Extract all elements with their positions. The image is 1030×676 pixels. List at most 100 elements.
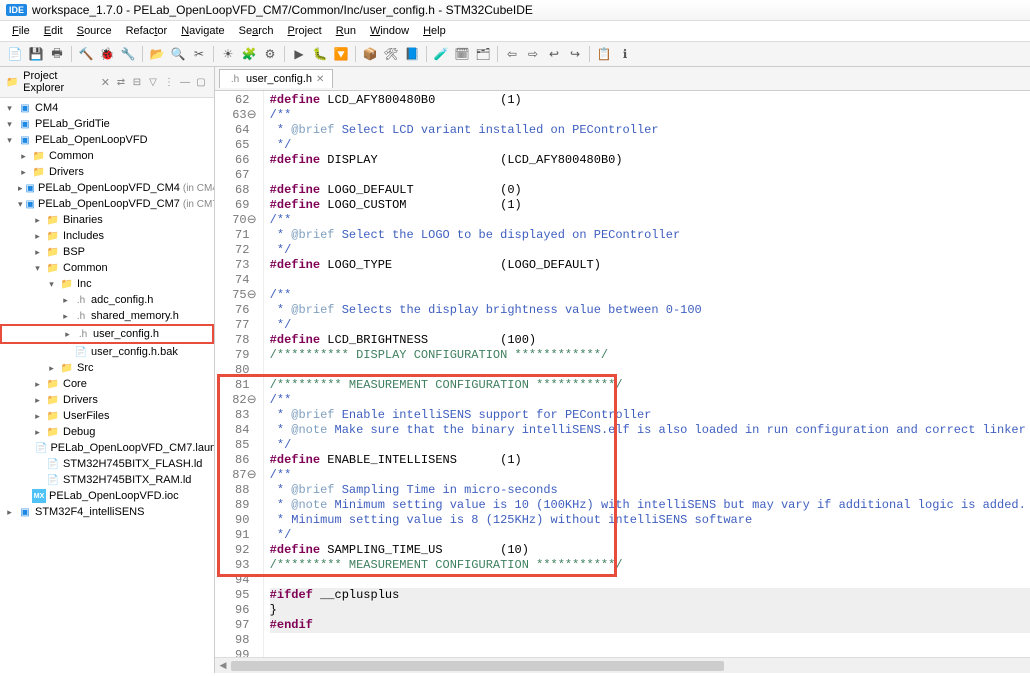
menu-run[interactable]: Run [330, 23, 362, 39]
toolbar-button[interactable]: 💾 [27, 45, 45, 63]
project-explorer-title: Project Explorer [23, 70, 97, 94]
file-icon: 📄 [35, 441, 47, 455]
proj-icon: ▣ [18, 133, 32, 147]
folder-icon: 📁 [46, 213, 60, 227]
tree-item[interactable]: ▾▣PELab_OpenLoopVFD_CM7 (in CM7) [0, 196, 214, 212]
folder-icon: 📁 [32, 149, 46, 163]
toolbar-button[interactable]: ℹ [616, 45, 634, 63]
tree-item[interactable]: ▸📁BSP [0, 244, 214, 260]
folder-icon: 📁 [32, 165, 46, 179]
folder-icon: 📁 [6, 75, 19, 89]
menu-window[interactable]: Window [364, 23, 415, 39]
tree-item[interactable]: 📄user_config.h.bak [0, 344, 214, 360]
file-icon: 📄 [74, 345, 88, 359]
menu-navigate[interactable]: Navigate [175, 23, 230, 39]
code-editor[interactable]: 62 63⊖ 64 65 66 67 68 69 70⊖ 71 72 73 74… [215, 91, 1030, 657]
toolbar-button[interactable]: 🐛 [311, 45, 329, 63]
editor-area: .h user_config.h ✕ — ▢ 62 63⊖ 64 65 66 6… [215, 67, 1030, 673]
tree-item[interactable]: ▾▣CM4 [0, 100, 214, 116]
tree-item[interactable]: ▸▣STM32F4_intelliSENS [0, 504, 214, 520]
toolbar-button[interactable]: 🧪 [432, 45, 450, 63]
tab-user-config[interactable]: .h user_config.h ✕ [219, 69, 333, 88]
editor-tab-bar: .h user_config.h ✕ — ▢ [215, 67, 1030, 91]
toolbar-button[interactable]: 🔨 [77, 45, 95, 63]
tree-item[interactable]: ▸📁UserFiles [0, 408, 214, 424]
minimize-icon[interactable]: — [178, 75, 192, 89]
tree-item[interactable]: ▸.hadc_config.h [0, 292, 214, 308]
toolbar-button[interactable]: 📦 [361, 45, 379, 63]
toolbar-button[interactable]: 🔽 [332, 45, 350, 63]
tree-item[interactable]: ▸📁Common [0, 148, 214, 164]
menu-project[interactable]: Project [282, 23, 328, 39]
tab-label: user_config.h [246, 73, 312, 85]
menu-refactor[interactable]: Refactor [120, 23, 174, 39]
tree-item[interactable]: ▸.huser_config.h [0, 324, 214, 344]
toolbar-button[interactable]: 🖶 [48, 45, 66, 63]
toolbar-button[interactable]: 🧩 [240, 45, 258, 63]
ide-badge-icon: IDE [6, 4, 27, 16]
title-bar: IDE workspace_1.7.0 - PELab_OpenLoopVFD_… [0, 0, 1030, 21]
collapse-all-icon[interactable]: ⊟ [130, 75, 144, 89]
toolbar-button[interactable]: ✂ [190, 45, 208, 63]
tree-item[interactable]: ▸📁Includes [0, 228, 214, 244]
toolbar-button[interactable]: 🐞 [98, 45, 116, 63]
proj-icon: ▣ [26, 181, 35, 195]
toolbar-button[interactable]: 🛠 [382, 45, 400, 63]
proj-icon: ▣ [18, 101, 32, 115]
menu-search[interactable]: Search [233, 23, 280, 39]
project-tree[interactable]: ▾▣CM4▾▣PELab_GridTie▾▣PELab_OpenLoopVFD▸… [0, 98, 214, 673]
toolbar-button[interactable]: ☀ [219, 45, 237, 63]
link-editor-icon[interactable]: ⇄ [114, 75, 128, 89]
horizontal-scrollbar[interactable]: ◀ ▶ [215, 657, 1030, 673]
folder-icon: 📁 [46, 393, 60, 407]
tree-item[interactable]: ▸📁Debug [0, 424, 214, 440]
tree-item[interactable]: ▾📁Inc [0, 276, 214, 292]
menu-file[interactable]: File [6, 23, 36, 39]
tree-item[interactable]: ▸📁Binaries [0, 212, 214, 228]
view-menu-icon[interactable]: ⋮ [162, 75, 176, 89]
toolbar-button[interactable]: 📄 [6, 45, 24, 63]
folder-icon: 📁 [46, 229, 60, 243]
tree-item[interactable]: ▸.hshared_memory.h [0, 308, 214, 324]
toolbar-button[interactable]: 📂 [148, 45, 166, 63]
folder-icon: 📁 [46, 377, 60, 391]
toolbar-button[interactable]: 📋 [595, 45, 613, 63]
hfile-icon: .h [76, 327, 90, 341]
toolbar-button[interactable]: ⇦ [503, 45, 521, 63]
menu-source[interactable]: Source [71, 23, 118, 39]
tree-item[interactable]: ▾▣PELab_OpenLoopVFD [0, 132, 214, 148]
tree-item[interactable]: ▸📁Core [0, 376, 214, 392]
toolbar-button[interactable]: 🔍 [169, 45, 187, 63]
menu-edit[interactable]: Edit [38, 23, 69, 39]
proj-icon: ▣ [26, 197, 35, 211]
tree-item[interactable]: ▾📁Common [0, 260, 214, 276]
folder-icon: 📁 [60, 361, 74, 375]
toolbar-button[interactable]: ⇨ [524, 45, 542, 63]
file-icon: MX [32, 489, 46, 503]
file-icon: 📄 [46, 473, 60, 487]
folder-icon: 📁 [60, 277, 74, 291]
tree-item[interactable]: ▸📁Drivers [0, 164, 214, 180]
toolbar-button[interactable]: 🗂 [474, 45, 492, 63]
filter-icon[interactable]: ▽ [146, 75, 160, 89]
tree-item[interactable]: 📄STM32H745BITX_RAM.ld [0, 472, 214, 488]
menu-help[interactable]: Help [417, 23, 452, 39]
toolbar-button[interactable]: ⚙ [261, 45, 279, 63]
tree-item[interactable]: ▾▣PELab_GridTie [0, 116, 214, 132]
toolbar-button[interactable]: ▶ [290, 45, 308, 63]
tree-item[interactable]: ▸📁Drivers [0, 392, 214, 408]
window-title: workspace_1.7.0 - PELab_OpenLoopVFD_CM7/… [32, 3, 533, 17]
tree-item[interactable]: ▸▣PELab_OpenLoopVFD_CM4 (in CM4) [0, 180, 214, 196]
tree-item[interactable]: 📄STM32H745BITX_FLASH.ld [0, 456, 214, 472]
tree-item[interactable]: 📄PELab_OpenLoopVFD_CM7.launch [0, 440, 214, 456]
toolbar-button[interactable]: ↩ [545, 45, 563, 63]
maximize-icon[interactable]: ▢ [194, 75, 208, 89]
tree-item[interactable]: MXPELab_OpenLoopVFD.ioc [0, 488, 214, 504]
toolbar-button[interactable]: ↪ [566, 45, 584, 63]
toolbar-button[interactable]: 🗓 [453, 45, 471, 63]
toolbar-button[interactable]: 🔧 [119, 45, 137, 63]
tree-item[interactable]: ▸📁Src [0, 360, 214, 376]
close-icon[interactable]: ✕ [316, 74, 324, 85]
folder-icon: 📁 [46, 261, 60, 275]
toolbar-button[interactable]: 📘 [403, 45, 421, 63]
